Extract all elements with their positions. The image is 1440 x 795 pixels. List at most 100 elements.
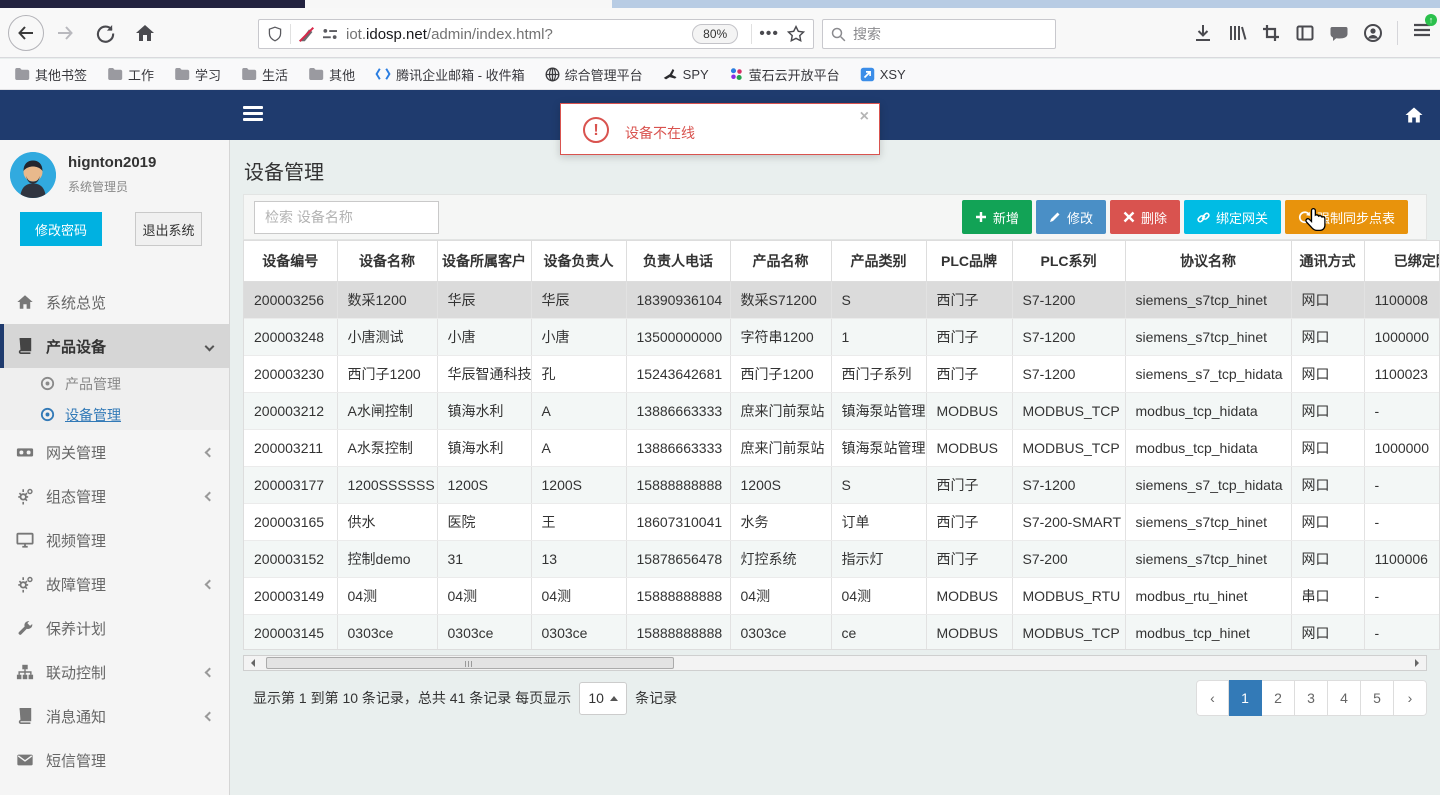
scrollbar-grip-icon	[465, 661, 475, 667]
table-row[interactable]: 200003149 04测 04测 04测 15888888888 04测 04测 MODBU…	[244, 577, 1439, 615]
column-header-6[interactable]: 产品类别	[830, 241, 926, 282]
add-button[interactable]: 新增	[961, 200, 1032, 234]
bookmark-folder-misc[interactable]: 其他	[308, 65, 355, 84]
forward-button[interactable]	[52, 20, 78, 46]
column-header-5[interactable]: 产品名称	[729, 241, 831, 282]
monitor-icon	[16, 532, 34, 548]
library-icon[interactable]	[1227, 23, 1247, 43]
column-header-11[interactable]: 已绑定网关	[1363, 241, 1439, 282]
gateway-icon	[16, 448, 34, 457]
bookmark-tencent-mail[interactable]: 腾讯企业邮箱 - 收件箱	[375, 65, 525, 84]
column-header-3[interactable]: 设备负责人	[530, 241, 626, 282]
home-button[interactable]	[132, 20, 158, 46]
table-row[interactable]: 200003230 西门子1200 华辰智通科技孔 15243642681 西门子120…	[244, 355, 1439, 393]
logout-button[interactable]: 退出系统	[135, 212, 202, 246]
page-size-dropdown[interactable]: 10	[579, 681, 628, 715]
sidebar-collapse-button[interactable]	[243, 106, 263, 122]
avatar[interactable]	[10, 152, 56, 198]
table-row[interactable]: 200003248 小唐测试 小唐 小唐 13500000000 字符串1200 1 西门子 S…	[244, 318, 1439, 356]
bind-gateway-button[interactable]: 绑定网关	[1183, 200, 1281, 234]
bookmark-ezviz[interactable]: 萤石云开放平台	[729, 65, 840, 84]
column-header-4[interactable]: 负责人电话	[625, 241, 730, 282]
column-header-9[interactable]: 协议名称	[1124, 241, 1291, 282]
column-header-0[interactable]: 设备编号	[244, 241, 337, 282]
column-header-8[interactable]: PLC系列	[1011, 241, 1125, 282]
device-search-input[interactable]	[254, 200, 439, 234]
cell: -	[1363, 466, 1439, 504]
page-button-4[interactable]: 4	[1328, 680, 1361, 716]
menu-button[interactable]: ↑	[1412, 14, 1437, 45]
back-button[interactable]	[8, 15, 44, 51]
divider	[1397, 20, 1398, 45]
permission-blocked-icon[interactable]	[298, 26, 315, 43]
zoom-level-badge[interactable]: 80%	[692, 24, 739, 44]
edit-button[interactable]: 修改	[1035, 200, 1106, 234]
bookmark-mgmt-platform[interactable]: 综合管理平台	[545, 65, 643, 84]
bookmark-folder-study[interactable]: 学习	[174, 65, 221, 84]
column-header-2[interactable]: 设备所属客户	[436, 241, 531, 282]
browser-search-box[interactable]: 搜索	[822, 19, 1056, 49]
horizontal-scrollbar[interactable]	[243, 655, 1427, 671]
downloads-icon[interactable]	[1193, 23, 1213, 43]
sidebar-item-maintenance[interactable]: 保养计划	[0, 606, 229, 650]
sidebar-item-sms[interactable]: 短信管理	[0, 738, 229, 782]
url-bar[interactable]: iot.idosp.net/admin/index.html? 80% •••	[258, 19, 814, 49]
account-icon[interactable]	[1363, 23, 1383, 43]
sidebar-item-video[interactable]: 视频管理	[0, 518, 229, 562]
cell: MODBUS_RTU	[1011, 577, 1125, 615]
cell: S	[830, 281, 926, 319]
column-header-1[interactable]: 设备名称	[336, 241, 437, 282]
shield-icon[interactable]	[267, 26, 283, 42]
sidebar-item-fault[interactable]: 故障管理	[0, 562, 229, 606]
page-actions-icon[interactable]: •••	[759, 25, 779, 43]
table-row[interactable]: 200003211 A水泵控制 镇海水利 A 13886663333 庶来门前泵站 镇海泵站…	[244, 429, 1439, 467]
url-text[interactable]: iot.idosp.net/admin/index.html?	[346, 26, 686, 43]
bookmark-xsy[interactable]: XSY	[860, 67, 906, 82]
cell: 200003177	[244, 466, 337, 504]
sidebar-item-product-device[interactable]: 产品设备	[0, 324, 229, 368]
table-row[interactable]: 200003212 A水闸控制 镇海水利 A 13886663333 庶来门前泵站 镇海泵站…	[244, 392, 1439, 430]
sidebar-item-linkage[interactable]: 联动控制	[0, 650, 229, 694]
site-identity-icon[interactable]	[322, 27, 338, 41]
page-button-1[interactable]: 1	[1229, 680, 1262, 716]
bookmark-star-icon[interactable]	[787, 25, 805, 43]
sidebar-item-product-mgmt[interactable]: 产品管理	[0, 368, 229, 399]
bookmark-folder-other[interactable]: 其他书签	[14, 65, 87, 84]
column-header-7[interactable]: PLC品牌	[925, 241, 1012, 282]
pocket-chat-icon[interactable]	[1329, 23, 1349, 43]
sidebar-item-scada[interactable]: 组态管理	[0, 474, 229, 518]
reload-button[interactable]	[92, 20, 118, 46]
change-password-button[interactable]: 修改密码	[20, 212, 102, 246]
alert-close-icon[interactable]: ×	[860, 108, 869, 126]
page-button-3[interactable]: 3	[1295, 680, 1328, 716]
table-row[interactable]: 200003152 控制demo 31 13 15878656478 灯控系统 指示灯 西门子…	[244, 540, 1439, 578]
sidebar-item-notify[interactable]: 消息通知	[0, 694, 229, 738]
bookmark-folder-work[interactable]: 工作	[107, 65, 154, 84]
table-row[interactable]: 200003165 供水 医院王 18607310041 水务 订单 西门子 S7-200-S…	[244, 503, 1439, 541]
scroll-left-arrow-icon[interactable]	[247, 659, 255, 667]
cell: 18390936104	[625, 281, 730, 319]
sidebar-toggle-icon[interactable]	[1295, 23, 1315, 43]
column-header-10[interactable]: 通讯方式	[1290, 241, 1364, 282]
table-row[interactable]: 200003177 1200SSSSSS 1200S 1200S 15888888888…	[244, 466, 1439, 504]
delete-button[interactable]: 删除	[1109, 200, 1180, 234]
bookmark-spy[interactable]: SPY	[663, 67, 709, 82]
sidebar-item-gateway[interactable]: 网关管理	[0, 430, 229, 474]
scroll-right-arrow-icon[interactable]	[1415, 659, 1423, 667]
table-row[interactable]: 200003256 数采1200 华辰 华辰 18390936104 数采S71200 S 西…	[244, 281, 1439, 319]
cell: 镇海泵站管理	[830, 429, 926, 467]
scrollbar-thumb[interactable]	[266, 657, 674, 669]
screenshot-icon[interactable]	[1261, 23, 1281, 43]
table-row[interactable]: 200003145 0303ce 0303ce 0303ce 15888888888 03…	[244, 614, 1439, 649]
bookmark-folder-life[interactable]: 生活	[241, 65, 288, 84]
link-icon	[1197, 212, 1210, 222]
page-prev[interactable]: ‹	[1196, 680, 1229, 716]
force-sync-button[interactable]: 强制同步点表	[1284, 200, 1408, 234]
sidebar-item-overview[interactable]: 系统总览	[0, 280, 229, 324]
page-next[interactable]: ›	[1394, 680, 1427, 716]
sidebar-item-device-mgmt[interactable]: 设备管理	[0, 399, 229, 430]
page-button-5[interactable]: 5	[1361, 680, 1394, 716]
page-button-2[interactable]: 2	[1262, 680, 1295, 716]
cell: 200003211	[244, 429, 337, 467]
app-home-button[interactable]	[1404, 105, 1424, 130]
